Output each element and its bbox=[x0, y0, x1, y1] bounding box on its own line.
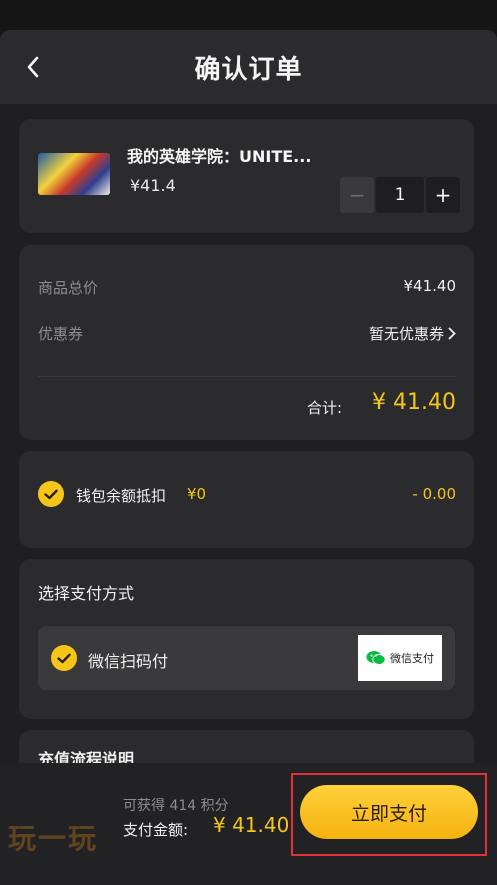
wallet-balance: ¥0 bbox=[187, 485, 207, 503]
sum-label: 合计: bbox=[306, 399, 342, 417]
wallet-label: 钱包余额抵扣 bbox=[76, 487, 167, 505]
product-thumbnail[interactable] bbox=[38, 153, 110, 195]
coupon-selector[interactable]: 暂无优惠券 bbox=[369, 323, 456, 344]
quantity-value[interactable]: 1 bbox=[376, 177, 424, 213]
check-icon bbox=[44, 489, 58, 499]
check-icon bbox=[57, 653, 71, 663]
pay-now-button[interactable]: 立即支付 bbox=[300, 785, 478, 839]
wechat-pay-badge-text: 微信支付 bbox=[390, 652, 434, 665]
product-price: ¥41.4 bbox=[130, 176, 176, 195]
subtotal-value: ¥41.40 bbox=[403, 277, 457, 295]
product-card: 我的英雄学院：UNITE... ¥41.4 − 1 + bbox=[19, 119, 474, 233]
pay-amount-value: ¥ 41.40 bbox=[213, 813, 290, 837]
price-summary-card: 商品总价 ¥41.40 优惠券 暂无优惠券 合计: ¥ 41.40 bbox=[19, 245, 474, 440]
quantity-stepper: − 1 + bbox=[340, 177, 460, 213]
points-text: 可获得 414 积分 bbox=[123, 798, 229, 814]
product-name: 我的英雄学院：UNITE... bbox=[127, 147, 312, 166]
wechat-pay-radio[interactable] bbox=[51, 645, 77, 671]
wallet-deduction: - 0.00 bbox=[412, 485, 456, 503]
pay-amount-label: 支付金额: bbox=[123, 821, 189, 839]
increase-button[interactable]: + bbox=[426, 177, 460, 213]
wechat-pay-logo: 微信支付 bbox=[358, 635, 442, 681]
wallet-card: 钱包余额抵扣 ¥0 - 0.00 bbox=[19, 451, 474, 548]
wechat-pay-label: 微信扫码付 bbox=[88, 652, 169, 671]
coupon-label: 优惠券 bbox=[38, 325, 84, 343]
sum-value: ¥ 41.40 bbox=[372, 390, 456, 415]
decrease-button[interactable]: − bbox=[340, 177, 374, 213]
chevron-left-icon bbox=[27, 56, 39, 78]
wechat-icon bbox=[366, 651, 386, 665]
wallet-checkbox[interactable] bbox=[38, 481, 64, 507]
wechat-pay-option[interactable]: 微信扫码付 微信支付 bbox=[38, 626, 455, 690]
payment-method-card: 选择支付方式 微信扫码付 微信支付 bbox=[19, 559, 474, 719]
divider bbox=[38, 376, 456, 377]
subtotal-label: 商品总价 bbox=[38, 279, 99, 297]
order-screen: 确认订单 我的英雄学院：UNITE... ¥41.4 − 1 + 商品总价 ¥4… bbox=[0, 30, 497, 885]
payment-method-title: 选择支付方式 bbox=[38, 584, 135, 603]
page-title: 确认订单 bbox=[194, 54, 303, 85]
back-button[interactable] bbox=[22, 52, 44, 82]
header-bar: 确认订单 bbox=[0, 30, 497, 104]
watermark-logo: 玩一玩 bbox=[8, 822, 99, 855]
coupon-value: 暂无优惠券 bbox=[368, 325, 444, 343]
chevron-right-icon bbox=[448, 327, 456, 340]
